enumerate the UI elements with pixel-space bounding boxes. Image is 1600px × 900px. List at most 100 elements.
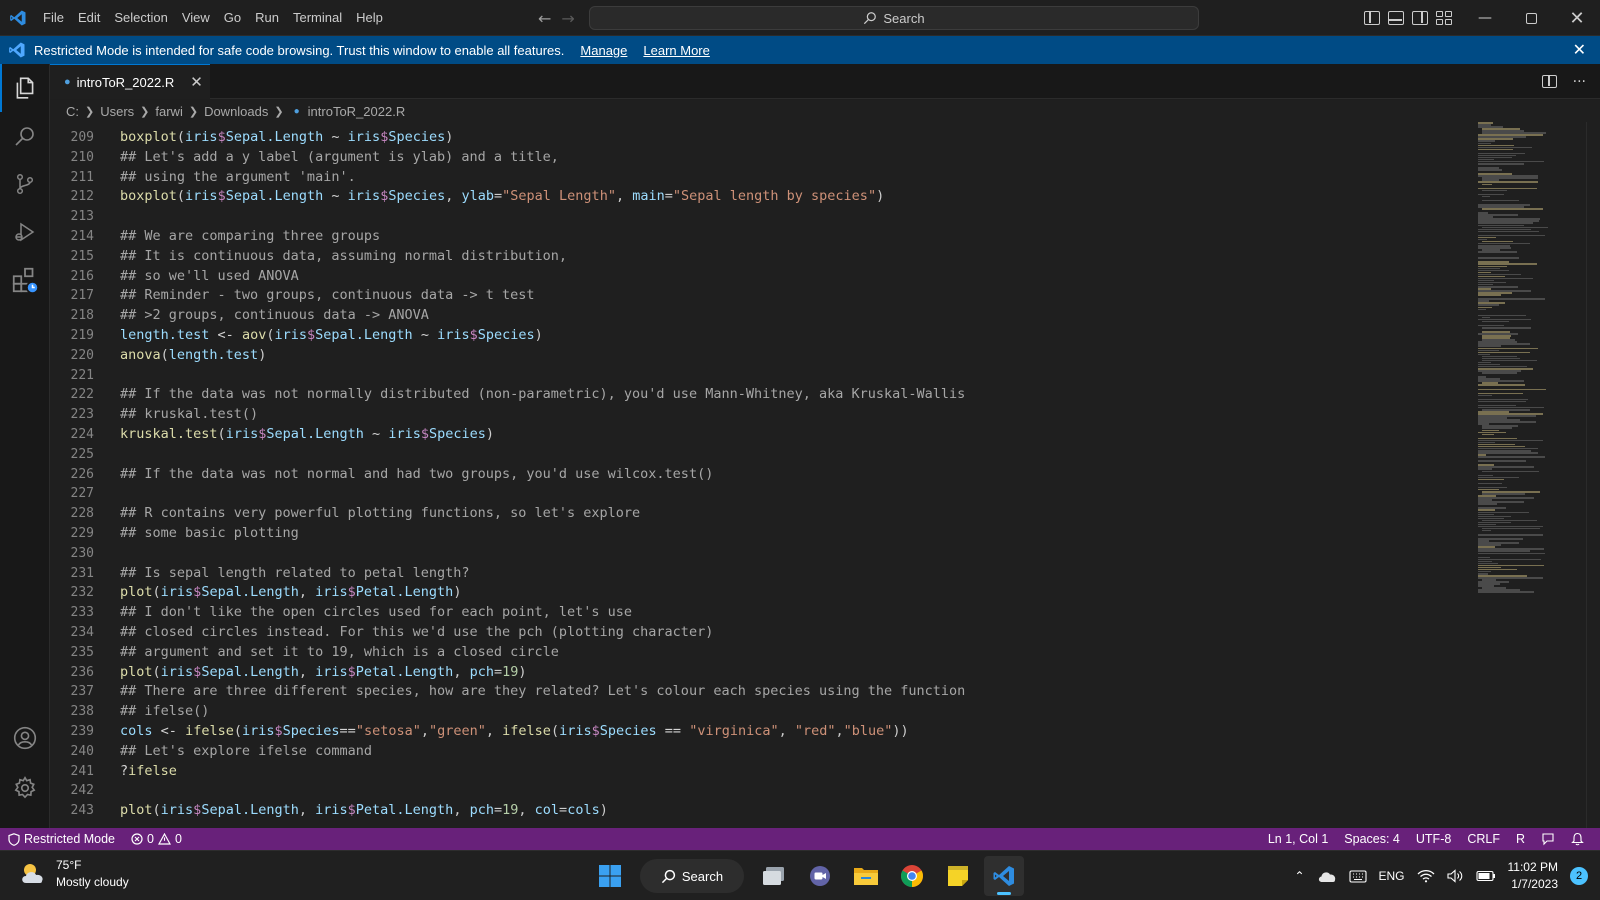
notification-count-badge[interactable]: 2 [1570, 867, 1588, 885]
breadcrumb-drive[interactable]: C: [66, 104, 79, 119]
menu-view[interactable]: View [175, 0, 217, 36]
menu-help[interactable]: Help [349, 0, 390, 36]
minimap-line [1478, 591, 1535, 593]
warning-icon [157, 833, 171, 845]
learn-more-link[interactable]: Learn More [643, 43, 709, 58]
line-number: 239 [70, 723, 94, 739]
line-number: 227 [70, 486, 94, 502]
restore-button[interactable] [1508, 0, 1554, 36]
extensions-icon[interactable] [0, 256, 50, 304]
windows-logo-icon [599, 865, 621, 887]
code-content[interactable]: boxplot(iris$Sepal.Length ~ iris$Species… [120, 128, 1520, 821]
vertical-scrollbar[interactable] [1586, 122, 1600, 828]
forward-arrow-icon[interactable]: → [561, 9, 574, 28]
start-button[interactable] [590, 856, 630, 896]
run-and-debug-icon[interactable] [0, 208, 50, 256]
close-tab-icon[interactable]: ✕ [190, 73, 203, 91]
task-view-button[interactable] [754, 856, 794, 896]
minimap-line [1482, 529, 1491, 532]
tab-introtor[interactable]: ● introToR_2022.R ✕ [50, 64, 210, 99]
line-number: 218 [70, 308, 94, 324]
taskbar-search-label: Search [681, 868, 724, 884]
line-number: 231 [70, 565, 94, 581]
source-control-icon[interactable] [0, 160, 50, 208]
minimap-line [1478, 163, 1525, 165]
breadcrumb: C: ❯ Users ❯ farwi ❯ Downloads ❯ ● intro… [50, 100, 1600, 122]
restricted-mode-status[interactable]: Restricted Mode [0, 828, 123, 850]
search-sidebar-icon[interactable] [0, 112, 50, 160]
code-comment: ## some basic plotting [120, 524, 299, 541]
breadcrumb-downloads[interactable]: Downloads [204, 104, 268, 119]
chrome-icon [901, 865, 923, 887]
toggle-secondary-sidebar-icon[interactable] [1412, 11, 1428, 25]
minimap-line [1478, 257, 1520, 259]
system-tray: ⌃ ENG 11:02 PM 1/7/2023 2 [1294, 851, 1588, 900]
line-number: 241 [70, 763, 94, 779]
menu-terminal[interactable]: Terminal [286, 0, 349, 36]
toggle-primary-sidebar-icon[interactable] [1364, 11, 1380, 25]
battery-icon[interactable] [1475, 870, 1496, 882]
problems-status[interactable]: 0 0 [123, 828, 190, 850]
minimap-line [1478, 482, 1503, 485]
customize-layout-icon[interactable] [1436, 11, 1452, 25]
manage-gear-icon[interactable] [0, 764, 50, 812]
vscode-taskbar-button[interactable] [984, 856, 1024, 896]
line-number: 228 [70, 506, 94, 522]
line-number: 242 [70, 783, 94, 799]
command-center-search[interactable]: Search [589, 6, 1199, 30]
menu-selection[interactable]: Selection [107, 0, 174, 36]
close-window-button[interactable]: ✕ [1554, 0, 1600, 36]
indentation[interactable]: Spaces: 4 [1336, 828, 1408, 850]
menu-edit[interactable]: Edit [71, 0, 107, 36]
more-actions-icon[interactable]: ··· [1573, 74, 1586, 90]
minimap[interactable] [1478, 122, 1588, 602]
window-controls: — ✕ [1462, 0, 1600, 36]
encoding[interactable]: UTF-8 [1408, 828, 1459, 850]
taskbar-apps: Search [590, 856, 1024, 896]
weather-widget[interactable]: 75°F Mostly cloudy [18, 857, 129, 891]
chevron-up-icon[interactable]: ⌃ [1294, 869, 1304, 883]
chrome-button[interactable] [892, 856, 932, 896]
menu-run[interactable]: Run [248, 0, 286, 36]
code-editor[interactable]: 209 210 211 212 213 214 215 216 217 218 … [50, 122, 1600, 828]
explorer-icon[interactable] [0, 64, 50, 112]
split-editor-icon[interactable] [1541, 75, 1557, 88]
taskbar-search[interactable]: Search [640, 859, 744, 893]
minimap-line [1482, 372, 1517, 374]
file-explorer-button[interactable] [846, 856, 886, 896]
keyboard-icon[interactable] [1348, 869, 1367, 883]
teams-chat-button[interactable] [800, 856, 840, 896]
manage-link[interactable]: Manage [580, 43, 627, 58]
language-mode[interactable]: R [1508, 828, 1533, 850]
sticky-notes-button[interactable] [938, 856, 978, 896]
feedback-icon[interactable] [1533, 828, 1563, 850]
breadcrumb-file[interactable]: introToR_2022.R [308, 104, 406, 119]
banner-close-icon[interactable]: ✕ [1573, 40, 1586, 60]
task-view-icon [763, 867, 784, 885]
line-number: 222 [70, 387, 94, 403]
code-comment: ## >2 groups, continuous data -> ANOVA [120, 307, 429, 324]
toggle-panel-icon[interactable] [1388, 11, 1404, 25]
volume-icon[interactable] [1446, 869, 1464, 883]
end-of-line[interactable]: CRLF [1459, 828, 1508, 850]
back-arrow-icon[interactable]: ← [538, 9, 551, 28]
input-language[interactable]: ENG [1379, 869, 1405, 883]
breadcrumb-farwi[interactable]: farwi [155, 104, 182, 119]
wifi-icon[interactable] [1417, 869, 1435, 883]
accounts-icon[interactable] [0, 714, 50, 762]
line-number: 235 [70, 644, 94, 660]
cursor-position[interactable]: Ln 1, Col 1 [1260, 828, 1336, 850]
clock[interactable]: 11:02 PM 1/7/2023 [1508, 859, 1558, 893]
notifications-bell-icon[interactable] [1563, 828, 1592, 850]
code-line: length.test <- aov(iris$Sepal.Length ~ i… [120, 326, 543, 343]
code-comment: ## R contains very powerful plotting fun… [120, 505, 641, 522]
menu-file[interactable]: File [36, 0, 71, 36]
menu-go[interactable]: Go [217, 0, 248, 36]
line-number: 213 [70, 209, 94, 225]
line-number: 217 [70, 288, 94, 304]
onedrive-cloud-icon[interactable] [1317, 869, 1337, 883]
minimize-button[interactable]: — [1462, 0, 1508, 36]
breadcrumb-users[interactable]: Users [100, 104, 134, 119]
minimap-line [1478, 460, 1526, 462]
